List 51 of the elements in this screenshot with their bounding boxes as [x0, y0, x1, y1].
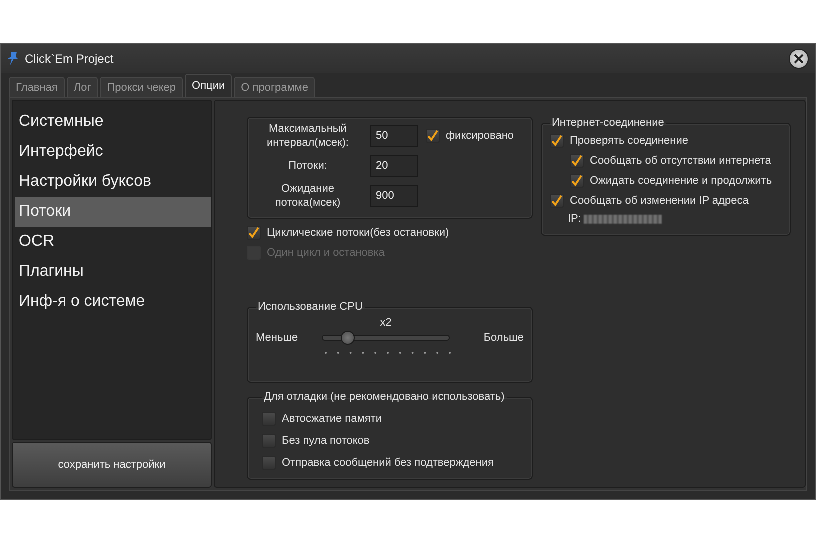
input-field[interactable]: 50: [370, 125, 418, 147]
tab[interactable]: Лог: [66, 77, 98, 97]
checkbox-label: Ожидать соединение и продолжить: [590, 175, 772, 187]
checkbox-label: Без пула потоков: [282, 435, 370, 447]
checkbox[interactable]: [262, 456, 276, 470]
slider-thumb[interactable]: [340, 331, 355, 345]
group-title: Использование CPU: [257, 301, 364, 313]
sidebar-item[interactable]: Интерфейс: [15, 137, 211, 167]
checkbox-label: Автосжатие памяти: [282, 413, 382, 425]
checkbox-label: Сообщать об изменении IP адреса: [570, 195, 749, 207]
save-button[interactable]: сохранить настройки: [12, 442, 212, 488]
tab[interactable]: О программе: [234, 77, 316, 97]
field-label: Потоки:: [288, 159, 328, 173]
checkbox[interactable]: [550, 194, 564, 208]
input-field[interactable]: 900: [370, 185, 418, 207]
sidebar-item[interactable]: Плагины: [15, 257, 211, 287]
checkbox-label: Один цикл и остановка: [267, 247, 385, 259]
checkbox-label: Циклические потоки(без остановки): [267, 227, 450, 239]
sidebar-item[interactable]: Инф-я о системе: [15, 287, 211, 317]
slider-max-label: Больше: [482, 332, 524, 344]
checkbox-label: Сообщать об отсутствии интернета: [590, 155, 772, 167]
slider-min-label: Меньше: [256, 332, 300, 344]
slider-track[interactable]: [322, 331, 450, 345]
sidebar-item[interactable]: OCR: [15, 227, 211, 257]
ip-label: IP:: [568, 213, 582, 225]
tab[interactable]: Главная: [9, 77, 65, 97]
checkbox[interactable]: [262, 434, 276, 448]
slider-value: x2: [379, 317, 393, 329]
close-icon: [794, 54, 804, 64]
field-label: Максимальный интервал(мсек):: [266, 122, 350, 150]
window-title: Click`Em Project: [25, 52, 115, 66]
sidebar-item[interactable]: Настройки буксов: [15, 167, 211, 197]
checkbox-label: Отправка сообщений без подтверждения: [282, 457, 494, 469]
checkbox-label: Проверять соединение: [570, 135, 688, 147]
close-button[interactable]: [789, 48, 809, 68]
checkbox[interactable]: [570, 154, 584, 168]
group-title: Интернет-соединение: [551, 117, 666, 129]
input-field[interactable]: 20: [370, 155, 418, 177]
checkbox[interactable]: [570, 174, 584, 188]
field-label: Ожидание потока(мсек): [274, 182, 342, 210]
checkbox-label: фиксировано: [446, 130, 514, 142]
checkbox[interactable]: [426, 129, 440, 143]
pin-icon: [7, 50, 19, 66]
checkbox[interactable]: [262, 412, 276, 426]
tab[interactable]: Опции: [185, 74, 232, 97]
checkbox[interactable]: [247, 226, 261, 240]
sidebar-item[interactable]: Потоки: [15, 197, 211, 227]
checkbox[interactable]: [550, 134, 564, 148]
sidebar-item[interactable]: Системные: [15, 107, 211, 137]
tab[interactable]: Прокси чекер: [100, 77, 184, 97]
group-title: Для отладки (не рекомендовано использовать): [263, 391, 506, 403]
